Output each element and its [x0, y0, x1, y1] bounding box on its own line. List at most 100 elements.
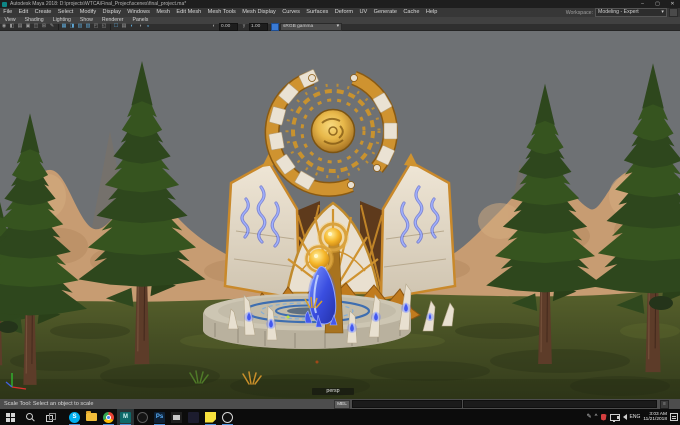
- taskbar-app-chrome[interactable]: [100, 409, 117, 425]
- safe-action-icon[interactable]: ◰: [92, 23, 100, 30]
- taskbar-app-sticky-notes[interactable]: [202, 409, 219, 425]
- gate-mask-icon[interactable]: ▧: [84, 23, 92, 30]
- film-gate-icon[interactable]: ◨: [68, 23, 76, 30]
- menu-mesh[interactable]: Mesh: [153, 8, 173, 17]
- taskbar-app-maya[interactable]: M: [117, 409, 134, 425]
- menu-help[interactable]: Help: [423, 8, 441, 17]
- taskbar-app-adobe[interactable]: [185, 409, 202, 425]
- menu-deform[interactable]: Deform: [332, 8, 357, 17]
- color-management-icon[interactable]: [271, 22, 279, 31]
- bookmarks-icon[interactable]: ▣: [24, 23, 32, 30]
- skype-icon: S: [69, 411, 80, 423]
- main-menu-bar: File Edit Create Select Modify Display W…: [0, 8, 680, 17]
- gamma-field[interactable]: 1.00: [249, 23, 268, 31]
- pen-icon[interactable]: ✎: [587, 409, 592, 425]
- file-explorer-icon: [86, 411, 97, 421]
- workspace-label: Workspace:: [565, 9, 593, 16]
- gamma-icon[interactable]: γ: [240, 23, 248, 30]
- colorspace-value: sRGB gamma: [283, 23, 314, 29]
- volume-icon[interactable]: [616, 414, 627, 420]
- menu-display[interactable]: Display: [99, 8, 124, 17]
- security-shield-icon[interactable]: [600, 413, 607, 421]
- menu-cache[interactable]: Cache: [400, 8, 423, 17]
- chevron-down-icon: ▾: [661, 9, 664, 15]
- menu-modify[interactable]: Modify: [77, 8, 100, 17]
- task-view-button[interactable]: [40, 409, 60, 425]
- action-center-icon[interactable]: [670, 413, 678, 421]
- title-bar[interactable]: Autodesk Maya 2018: D:\projects\WTCA\Fin…: [0, 0, 680, 8]
- maya-app-icon: [2, 1, 7, 7]
- photoshop-icon: Ps: [154, 411, 165, 423]
- workspace-settings-icon[interactable]: [669, 8, 678, 17]
- hud-icon[interactable]: ☐: [112, 23, 120, 30]
- chevron-down-icon: ▾: [336, 23, 339, 29]
- object-details-icon[interactable]: ▤: [120, 23, 128, 30]
- tray-expand-icon[interactable]: ^: [595, 409, 598, 425]
- taskbar-app-photoshop[interactable]: Ps: [151, 409, 168, 425]
- taskbar-search-button[interactable]: [20, 409, 40, 425]
- default-lighting-icon[interactable]: ◐: [128, 23, 136, 30]
- menu-create[interactable]: Create: [31, 8, 54, 17]
- viewport-canvas[interactable]: [0, 31, 680, 399]
- menu-mesh-display[interactable]: Mesh Display: [239, 8, 279, 17]
- maximize-button[interactable]: ▢: [650, 0, 665, 8]
- toolbar-separator: [57, 23, 59, 30]
- chrome-icon: [103, 411, 114, 423]
- language-indicator[interactable]: ENG: [630, 414, 641, 420]
- safe-title-icon[interactable]: ◱: [100, 23, 108, 30]
- taskbar-app-circle[interactable]: [219, 409, 236, 425]
- grease-pencil-icon[interactable]: ✎: [48, 23, 56, 30]
- adobe-app-icon: [188, 411, 199, 423]
- minimize-button[interactable]: –: [635, 0, 650, 8]
- menu-surfaces[interactable]: Surfaces: [303, 8, 331, 17]
- menu-curves[interactable]: Curves: [279, 8, 303, 17]
- search-icon: [25, 412, 35, 422]
- shadows-icon[interactable]: ◑: [136, 23, 144, 30]
- camera-attributes-icon[interactable]: ▤: [16, 23, 24, 30]
- pan-zoom-icon[interactable]: ⊞: [40, 23, 48, 30]
- menu-generate[interactable]: Generate: [370, 8, 400, 17]
- taskbar-app-skype[interactable]: S: [66, 409, 83, 425]
- menu-edit[interactable]: Edit: [15, 8, 31, 17]
- exposure-icon[interactable]: ◐: [210, 23, 218, 30]
- menu-edit-mesh[interactable]: Edit Mesh: [173, 8, 204, 17]
- menu-uv[interactable]: UV: [356, 8, 370, 17]
- workspace-dropdown[interactable]: Modeling - Expert ▾: [595, 8, 667, 17]
- taskbar-clock[interactable]: 3:03 AM 11/21/2018: [643, 412, 667, 423]
- taskbar-app-photos[interactable]: [168, 409, 185, 425]
- mel-language-button[interactable]: MEL: [334, 399, 350, 409]
- window-title: Autodesk Maya 2018: D:\projects\WTCA\Fin…: [10, 1, 187, 7]
- command-result-field[interactable]: [463, 400, 657, 408]
- script-editor-icon[interactable]: ≡: [660, 399, 669, 409]
- colorspace-dropdown[interactable]: sRGB gamma ▾: [280, 22, 342, 31]
- menu-windows[interactable]: Windows: [124, 8, 153, 17]
- toolbar-separator: [109, 23, 111, 30]
- select-camera-icon[interactable]: ◉: [0, 23, 8, 30]
- system-tray: ✎ ^ ENG 3:03 AM 11/21/2018: [587, 409, 680, 425]
- help-message: Scale Tool: Select an object to scale: [4, 401, 94, 407]
- image-plane-icon[interactable]: ◫: [32, 23, 40, 30]
- start-button[interactable]: [0, 409, 20, 425]
- menu-mesh-tools[interactable]: Mesh Tools: [204, 8, 239, 17]
- close-button[interactable]: ✕: [665, 0, 680, 8]
- lock-camera-icon[interactable]: ◧: [8, 23, 16, 30]
- exposure-field[interactable]: 0.00: [219, 23, 238, 31]
- grid-icon[interactable]: ▦: [60, 23, 68, 30]
- selection-dot: [286, 315, 290, 319]
- menu-file[interactable]: File: [0, 8, 15, 17]
- taskbar-app-file-explorer[interactable]: [83, 409, 100, 425]
- clock-date: 11/21/2018: [643, 417, 667, 422]
- taskbar-app-round[interactable]: [134, 409, 151, 425]
- menu-select[interactable]: Select: [55, 8, 77, 17]
- viewport-panel[interactable]: persp: [0, 31, 680, 399]
- circle-app-icon: [222, 411, 233, 423]
- round-app-icon: [137, 411, 148, 423]
- windows-logo-icon: [5, 412, 15, 422]
- workspace-value: Modeling - Expert: [598, 9, 639, 15]
- command-input[interactable]: [352, 400, 462, 408]
- maya-application-window: Autodesk Maya 2018: D:\projects\WTCA\Fin…: [0, 0, 680, 425]
- resolution-gate-icon[interactable]: ▥: [76, 23, 84, 30]
- camera-name-label[interactable]: persp: [312, 388, 354, 395]
- panel-toolbar: ◉ ◧ ▤ ▣ ◫ ⊞ ✎ ▦ ◨ ▥ ▧ ◰ ◱ ☐ ▤ ◐ ◑ ◒ ◐ 0.…: [0, 22, 680, 31]
- ssao-icon[interactable]: ◒: [144, 23, 152, 30]
